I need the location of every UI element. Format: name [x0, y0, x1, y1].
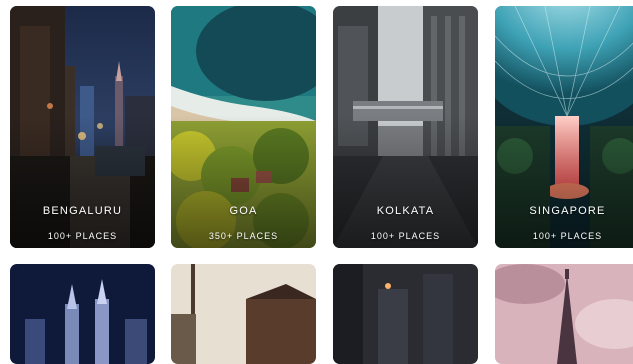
city-card-5[interactable] — [10, 264, 155, 364]
towers-photo — [333, 264, 478, 364]
city-name: GOA — [229, 205, 258, 217]
places-count: 100+ PLACES — [532, 231, 603, 241]
places-count: 100+ PLACES — [47, 231, 118, 241]
skyline-photo — [10, 264, 155, 364]
card-gradient — [333, 114, 478, 248]
city-card-6[interactable] — [171, 264, 316, 364]
card-gradient — [10, 114, 155, 248]
eiffel-photo — [495, 264, 633, 364]
city-name: KOLKATA — [376, 205, 435, 217]
city-name: BENGALURU — [42, 205, 123, 217]
card-gradient — [171, 114, 316, 248]
places-count: 100+ PLACES — [370, 231, 441, 241]
card-gradient — [495, 114, 633, 248]
street-photo — [171, 264, 316, 364]
places-count: 350+ PLACES — [208, 231, 279, 241]
city-name: SINGAPORE — [529, 205, 606, 217]
city-card-8[interactable] — [495, 264, 633, 364]
city-card-bengaluru[interactable]: BENGALURU 100+ PLACES — [10, 6, 155, 248]
city-card-singapore[interactable]: SINGAPORE 100+ PLACES — [495, 6, 633, 248]
city-card-kolkata[interactable]: KOLKATA 100+ PLACES — [333, 6, 478, 248]
city-card-goa[interactable]: GOA 350+ PLACES — [171, 6, 316, 248]
city-card-7[interactable] — [333, 264, 478, 364]
